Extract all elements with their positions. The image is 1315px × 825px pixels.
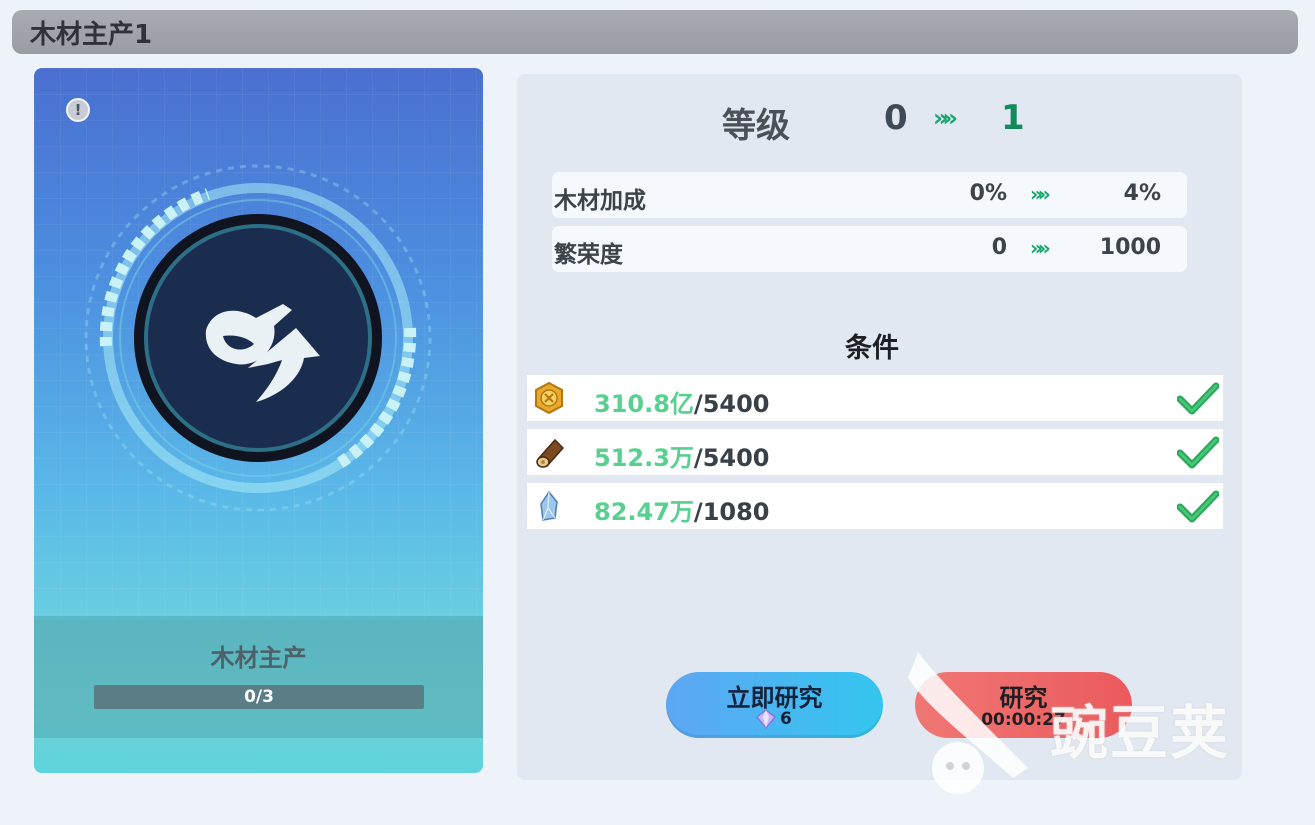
research-label: 研究 [999, 684, 1048, 712]
condition-have: 512.3万/5400 [594, 444, 770, 472]
research-button[interactable]: 研究 00:00:27 [915, 672, 1132, 738]
card-progress-bar: 0/3 [94, 685, 424, 709]
stat-row-prosperity: 繁荣度 0 »» 1000 [552, 226, 1187, 272]
window-title-bar: 木材主产1 [12, 10, 1298, 54]
level-label: 等级 [722, 106, 790, 146]
condition-row-wood: 512.3万/5400 [527, 429, 1223, 475]
stat-arrow-icon: »» [1030, 182, 1051, 206]
condition-have: 82.47万/1080 [594, 498, 770, 526]
condition-need: /5400 [693, 390, 770, 418]
stat-from: 0% [969, 181, 1007, 206]
info-icon[interactable]: ! [66, 98, 90, 122]
check-icon [1177, 382, 1219, 415]
instant-research-cost: 6 [756, 709, 792, 729]
wood-log-icon [536, 438, 565, 468]
condition-need: /1080 [693, 498, 770, 526]
stat-name: 繁荣度 [554, 242, 623, 268]
stat-arrow-icon: »» [1030, 236, 1051, 260]
card-progress-text: 0/3 [244, 687, 274, 707]
tech-dial [84, 164, 432, 512]
conditions-title: 条件 [845, 333, 899, 364]
stat-name: 木材加成 [554, 188, 646, 214]
condition-row-crystal: 82.47万/1080 [527, 483, 1223, 529]
stat-to: 1000 [1099, 235, 1161, 260]
condition-have: 310.8亿/5400 [594, 390, 770, 418]
check-icon [1177, 490, 1219, 523]
tech-card[interactable]: ! 木材主产 0/3 [34, 68, 483, 773]
stat-from: 0 [991, 235, 1007, 260]
check-icon [1177, 436, 1219, 469]
crystal-icon [540, 490, 558, 521]
research-time: 00:00:27 [981, 710, 1066, 730]
condition-row-gold: 310.8亿/5400 [527, 375, 1223, 421]
stat-row-wood-bonus: 木材加成 0% »» 4% [552, 172, 1187, 218]
condition-need: /5400 [693, 444, 770, 472]
card-name: 木材主产 [210, 644, 307, 672]
level-arrow-icon: »» [933, 104, 958, 132]
gold-coin-icon [535, 382, 563, 414]
detail-panel: 等级 0 »» 1 木材加成 0% »» 4% 繁荣度 0 »» 1000 条件… [517, 74, 1242, 780]
diamond-icon [756, 709, 776, 729]
level-to: 1 [1001, 98, 1025, 138]
instant-research-label: 立即研究 [726, 684, 823, 712]
card-footer-strip [34, 616, 483, 738]
level-from: 0 [884, 98, 908, 138]
page-title: 木材主产1 [30, 19, 153, 50]
stat-to: 4% [1123, 181, 1161, 206]
instant-research-button[interactable]: 立即研究 6 [666, 672, 883, 738]
instant-research-cost-value: 6 [780, 709, 792, 729]
